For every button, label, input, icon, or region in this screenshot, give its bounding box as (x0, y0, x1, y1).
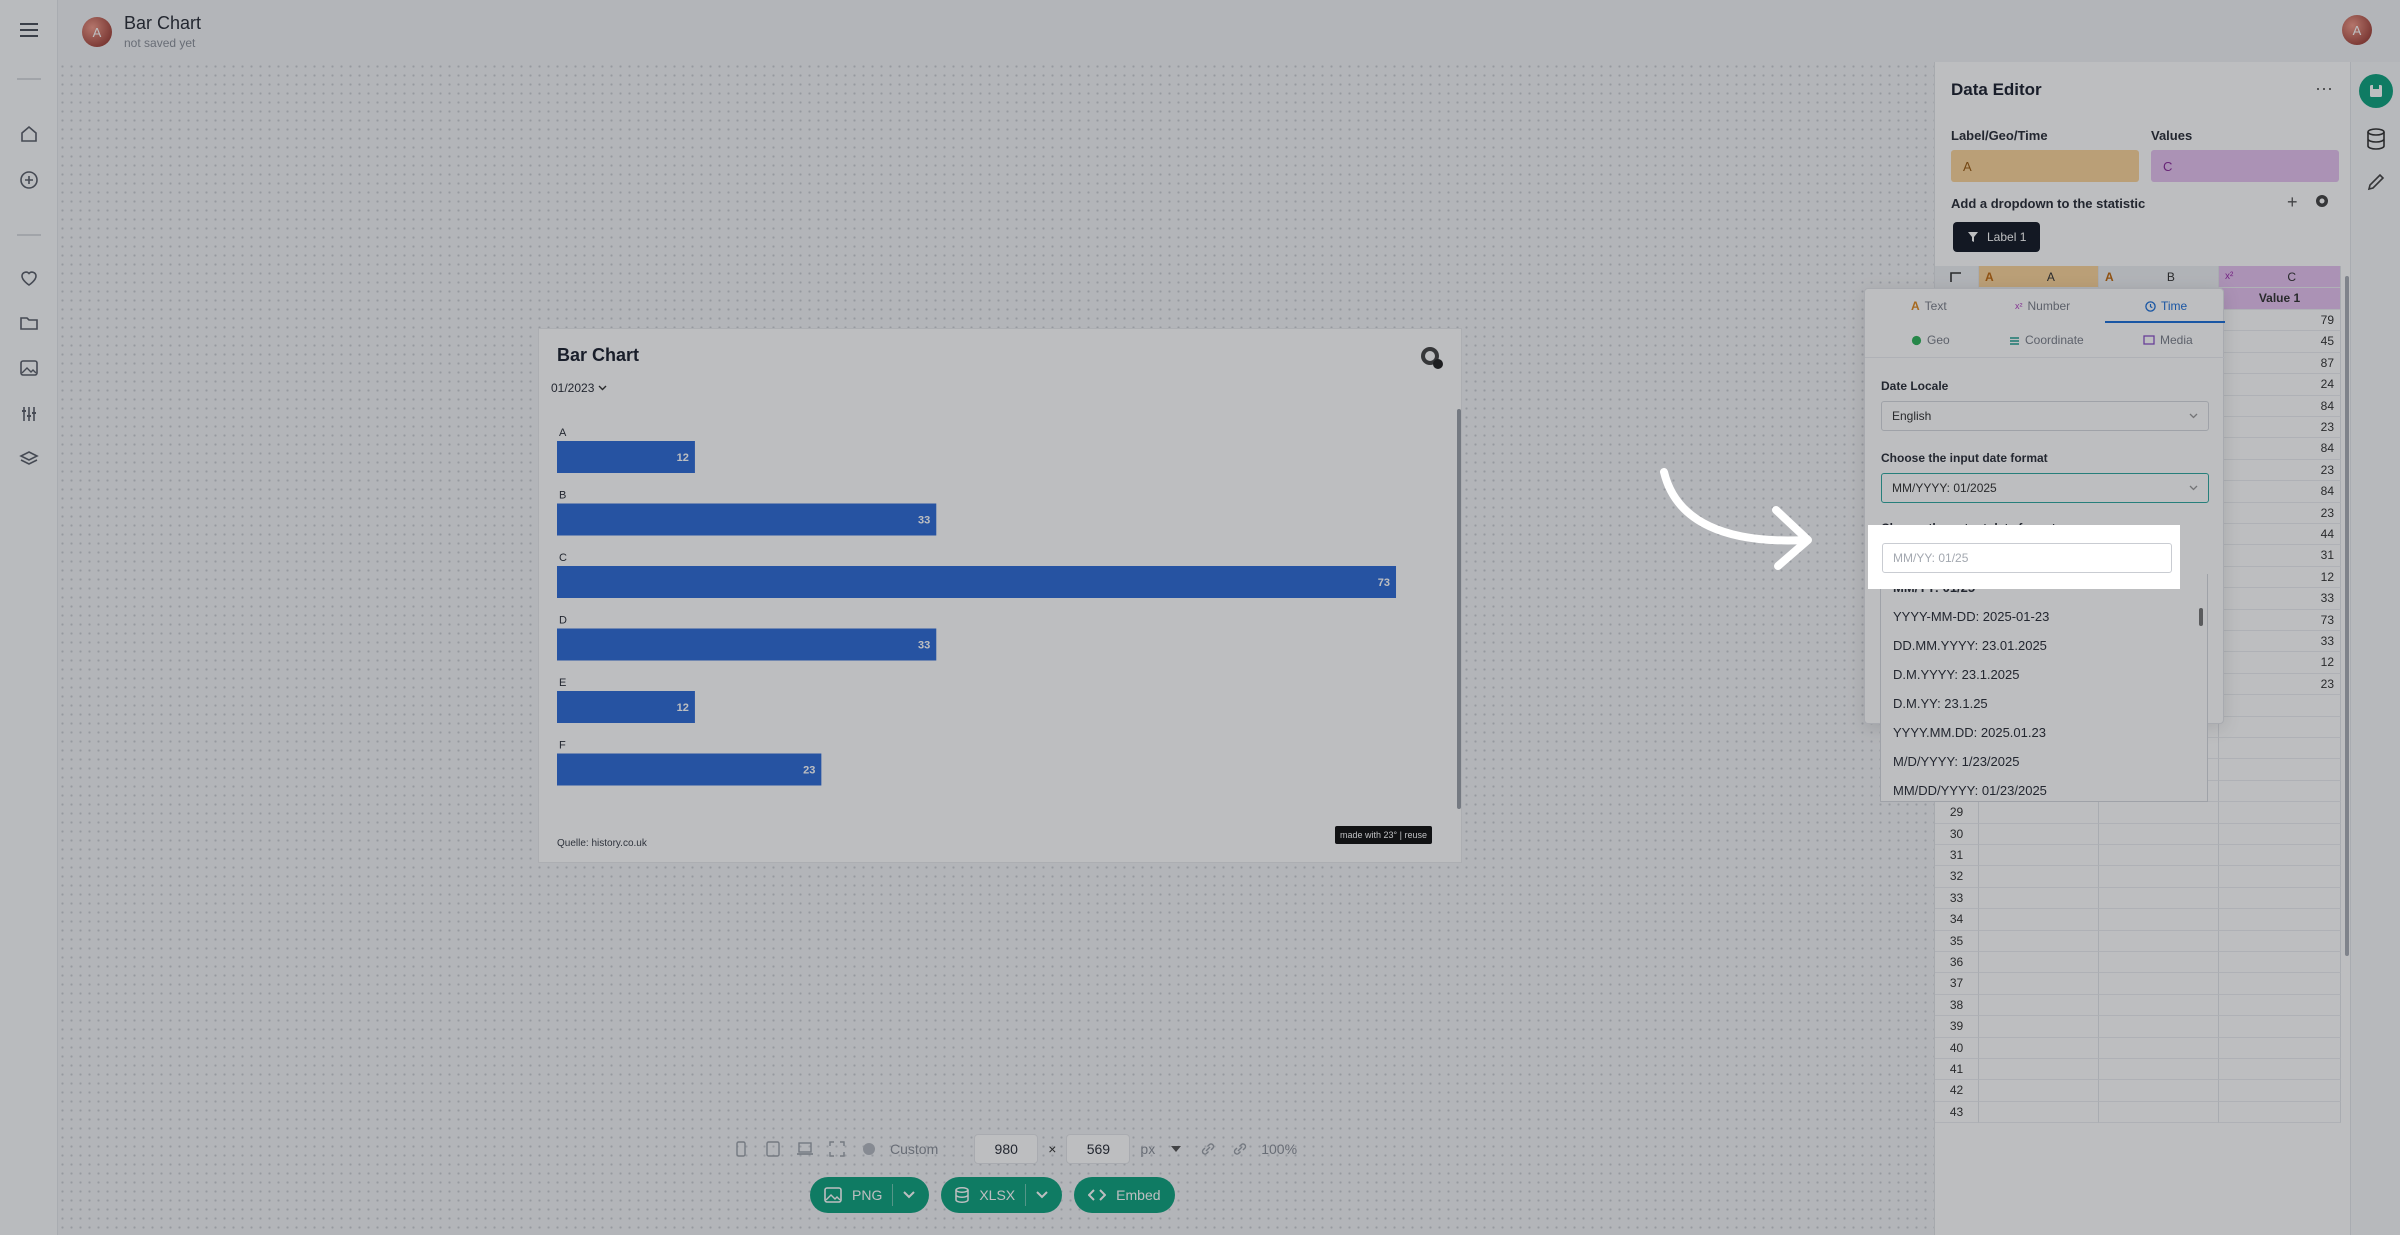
search-placeholder: MM/YY: 01/25 (1893, 551, 1969, 565)
tutorial-dim-overlay (0, 0, 2400, 1235)
output-format-search-input[interactable]: MM/YY: 01/25 (1882, 543, 2172, 573)
tutorial-arrow-icon (1660, 468, 1812, 570)
